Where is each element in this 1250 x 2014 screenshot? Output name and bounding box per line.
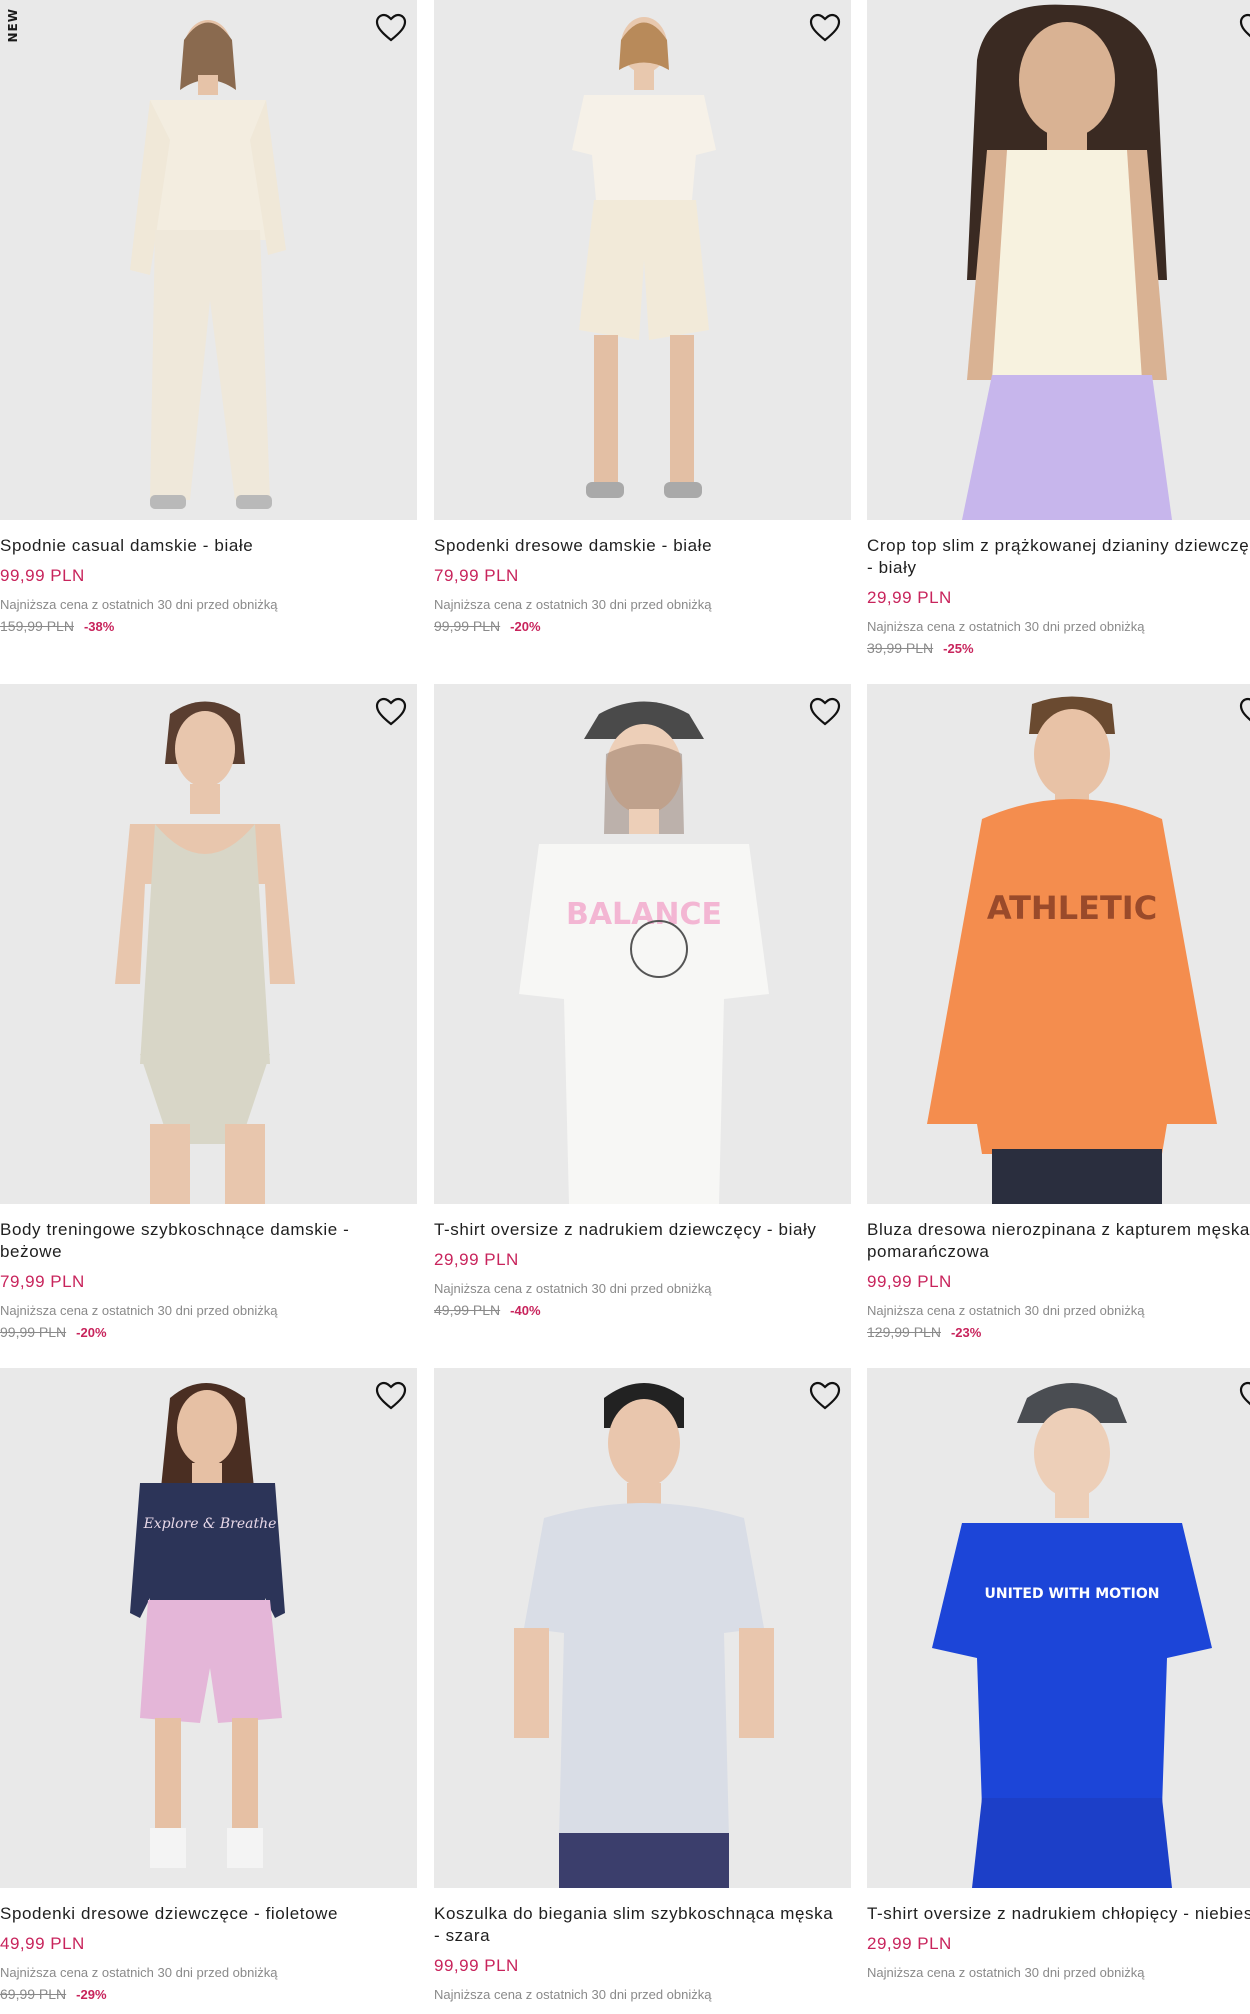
- product-card[interactable]: Spodenki dresowe damskie - białe 79,99 P…: [434, 0, 851, 636]
- old-price-row: 39,99 PLN -25%: [867, 639, 1250, 658]
- product-photo-illustration: Explore & Breathe: [0, 1368, 417, 1888]
- product-image[interactable]: [434, 1368, 851, 1888]
- product-price: 29,99 PLN: [867, 1934, 952, 1953]
- lowest-price-note: Najniższa cena z ostatnich 30 dni przed …: [0, 1965, 278, 1980]
- product-photo-illustration: [434, 0, 851, 520]
- product-title[interactable]: Bluza dresowa nierozpinana z kapturem mę…: [867, 1219, 1250, 1263]
- product-title[interactable]: Body treningowe szybkoschnące damskie - …: [0, 1219, 417, 1263]
- product-price: 99,99 PLN: [434, 1956, 519, 1975]
- old-price: 39,99 PLN: [867, 640, 934, 656]
- old-price-row: 99,99 PLN -20%: [0, 1323, 417, 1342]
- old-price: 99,99 PLN: [0, 1324, 67, 1340]
- favorite-heart-icon[interactable]: [1237, 694, 1250, 730]
- product-image[interactable]: UNITED WITH MOTION: [867, 1368, 1250, 1888]
- product-image[interactable]: [0, 684, 417, 1204]
- lowest-price-note: Najniższa cena z ostatnich 30 dni przed …: [0, 1303, 278, 1318]
- lowest-price-note: Najniższa cena z ostatnich 30 dni przed …: [867, 619, 1145, 634]
- product-card[interactable]: Koszulka do biegania slim szybkoschnąca …: [434, 1368, 851, 2003]
- new-badge: NEW: [6, 8, 20, 43]
- hoodie-print: ATHLETIC: [987, 889, 1157, 927]
- product-price: 99,99 PLN: [867, 1272, 952, 1291]
- product-card[interactable]: Body treningowe szybkoschnące damskie - …: [0, 684, 417, 1342]
- product-image[interactable]: [867, 0, 1250, 520]
- product-price: 99,99 PLN: [0, 566, 85, 585]
- old-price: 69,99 PLN: [0, 1986, 67, 2002]
- sweatshirt-print: Explore & Breathe: [143, 1516, 277, 1532]
- tshirt-print: UNITED WITH MOTION: [985, 1586, 1160, 1602]
- old-price-row: 159,99 PLN -38%: [0, 617, 417, 636]
- old-price: 129,99 PLN: [867, 1324, 941, 1340]
- discount-badge: -20%: [76, 1325, 107, 1340]
- product-photo-illustration: ATHLETIC: [867, 684, 1250, 1204]
- favorite-heart-icon[interactable]: [807, 1378, 843, 1414]
- favorite-heart-icon[interactable]: [807, 10, 843, 46]
- old-price: 49,99 PLN: [434, 1302, 501, 1318]
- product-image[interactable]: [434, 0, 851, 520]
- lowest-price-note: Najniższa cena z ostatnich 30 dni przed …: [434, 1987, 712, 2002]
- lowest-price-note: Najniższa cena z ostatnich 30 dni przed …: [434, 1281, 712, 1296]
- product-title[interactable]: Spodnie casual damskie - białe: [0, 535, 417, 557]
- product-price: 49,99 PLN: [0, 1934, 85, 1953]
- discount-badge: -40%: [510, 1303, 541, 1318]
- product-title[interactable]: Spodenki dresowe damskie - białe: [434, 535, 851, 557]
- product-photo-illustration: [434, 1368, 851, 1888]
- lowest-price-note: Najniższa cena z ostatnich 30 dni przed …: [867, 1965, 1145, 1980]
- favorite-heart-icon[interactable]: [1237, 10, 1250, 46]
- product-card[interactable]: UNITED WITH MOTION T-shirt oversize z na…: [867, 1368, 1250, 1981]
- discount-badge: -20%: [510, 619, 541, 634]
- discount-badge: -23%: [950, 1325, 982, 1340]
- product-photo-illustration: [0, 684, 417, 1204]
- product-grid: NEW Spodnie casual damskie - białe 99,99…: [0, 0, 1250, 2014]
- favorite-heart-icon[interactable]: [373, 694, 409, 730]
- favorite-heart-icon[interactable]: [373, 1378, 409, 1414]
- product-card[interactable]: Explore & Breathe Spodenki dresowe dziew…: [0, 1368, 417, 2004]
- product-price: 79,99 PLN: [434, 566, 519, 585]
- old-price-row: 99,99 PLN -20%: [434, 617, 851, 636]
- product-image[interactable]: Explore & Breathe: [0, 1368, 417, 1888]
- old-price-row: 129,99 PLN -23%: [867, 1323, 1250, 1342]
- product-image[interactable]: ATHLETIC: [867, 684, 1250, 1204]
- lowest-price-note: Najniższa cena z ostatnich 30 dni przed …: [0, 597, 278, 612]
- product-photo-illustration: UNITED WITH MOTION: [867, 1368, 1250, 1888]
- product-price: 29,99 PLN: [434, 1250, 519, 1269]
- old-price-row: 49,99 PLN -40%: [434, 1301, 851, 1320]
- product-image[interactable]: BALANCE: [434, 684, 851, 1204]
- product-title[interactable]: T-shirt oversize z nadrukiem chłopięcy -…: [867, 1903, 1250, 1925]
- discount-badge: -25%: [943, 641, 974, 656]
- favorite-heart-icon[interactable]: [373, 10, 409, 46]
- lowest-price-note: Najniższa cena z ostatnich 30 dni przed …: [867, 1303, 1145, 1318]
- product-title[interactable]: T-shirt oversize z nadrukiem dziewczęcy …: [434, 1219, 851, 1241]
- product-image[interactable]: NEW: [0, 0, 417, 520]
- shirt-print: BALANCE: [566, 897, 722, 932]
- product-price: 29,99 PLN: [867, 588, 952, 607]
- product-card[interactable]: Crop top slim z prążkowanej dzianiny dzi…: [867, 0, 1250, 658]
- lowest-price-note: Najniższa cena z ostatnich 30 dni przed …: [434, 597, 712, 612]
- product-card[interactable]: NEW Spodnie casual damskie - białe 99,99…: [0, 0, 417, 636]
- product-card[interactable]: ATHLETIC Bluza dresowa nierozpinana z ka…: [867, 684, 1250, 1342]
- product-title[interactable]: Crop top slim z prążkowanej dzianiny dzi…: [867, 535, 1250, 579]
- old-price: 99,99 PLN: [434, 618, 501, 634]
- favorite-heart-icon[interactable]: [1237, 1378, 1250, 1414]
- product-photo-illustration: [0, 0, 417, 520]
- product-price: 79,99 PLN: [0, 1272, 85, 1291]
- product-photo-illustration: [867, 0, 1250, 520]
- product-title[interactable]: Spodenki dresowe dziewczęce - fioletowe: [0, 1903, 417, 1925]
- old-price: 159,99 PLN: [0, 618, 74, 634]
- favorite-heart-icon[interactable]: [807, 694, 843, 730]
- old-price-row: 69,99 PLN -29%: [0, 1985, 417, 2004]
- discount-badge: -38%: [83, 619, 115, 634]
- product-photo-illustration: BALANCE: [434, 684, 851, 1204]
- product-card[interactable]: BALANCE T-shirt oversize z nadrukiem dzi…: [434, 684, 851, 1320]
- discount-badge: -29%: [76, 1987, 107, 2002]
- product-title[interactable]: Koszulka do biegania slim szybkoschnąca …: [434, 1903, 851, 1947]
